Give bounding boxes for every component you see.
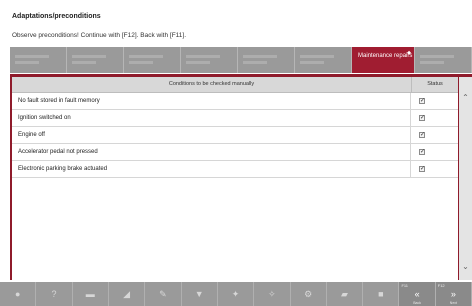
next-button[interactable]: F12 » Next xyxy=(435,282,472,306)
column-header-conditions: Conditions to be checked manually xyxy=(12,77,412,92)
back-arrow-icon: « xyxy=(414,289,420,299)
tab-maintenance-repairs[interactable]: Maintenance repairs ◆ xyxy=(352,47,415,73)
instruction-text: Observe preconditions! Continue with [F1… xyxy=(12,32,187,39)
next-label: Next xyxy=(449,301,457,305)
wrench-icon[interactable]: ✦ xyxy=(218,282,255,306)
back-button[interactable]: F11 « Back xyxy=(399,282,436,306)
car-icon[interactable]: ● xyxy=(0,282,37,306)
gear-icon[interactable]: ⚙ xyxy=(291,282,327,306)
bottom-toolbar: ● ? ▬ ◢ ✎ ▼ ✦ ✧ ⚙ ▰ ■ F11 « Back F12 » N… xyxy=(0,282,472,306)
tool-icon[interactable]: ✧ xyxy=(254,282,291,306)
filter-icon[interactable]: ▼ xyxy=(182,282,218,306)
status-checkbox[interactable]: ✓ xyxy=(419,132,425,138)
tab-bar: Maintenance repairs ◆ xyxy=(10,47,472,73)
condition-text: Engine off xyxy=(12,127,411,143)
table-row[interactable]: No fault stored in fault memory ✓ xyxy=(12,93,458,110)
tab-6[interactable] xyxy=(295,47,352,73)
chat-icon[interactable]: ▰ xyxy=(327,282,364,306)
scroll-up-icon[interactable]: ⌃ xyxy=(461,93,470,103)
tab-8[interactable] xyxy=(415,47,472,73)
conditions-table: Conditions to be checked manually Status… xyxy=(12,77,458,280)
tab-label: Maintenance repairs xyxy=(358,53,413,59)
active-marker-icon: ◆ xyxy=(407,50,411,56)
status-checkbox[interactable]: ✓ xyxy=(419,98,425,104)
tab-5[interactable] xyxy=(238,47,295,73)
condition-text: Ignition switched on xyxy=(12,110,411,126)
status-checkbox[interactable]: ✓ xyxy=(419,166,425,172)
list-icon[interactable]: ▬ xyxy=(73,282,109,306)
scroll-down-icon[interactable]: ⌄ xyxy=(461,262,470,272)
table-row[interactable]: Electronic parking brake actuated ✓ xyxy=(12,161,458,178)
chart-icon[interactable]: ◢ xyxy=(109,282,146,306)
condition-text: No fault stored in fault memory xyxy=(12,93,411,109)
table-row[interactable]: Accelerator pedal not pressed ✓ xyxy=(12,144,458,161)
table-row[interactable]: Engine off ✓ xyxy=(12,127,458,144)
page-title: Adaptations/preconditions xyxy=(12,13,101,20)
status-checkbox[interactable]: ✓ xyxy=(419,115,425,121)
condition-text: Electronic parking brake actuated xyxy=(12,161,411,177)
table-header: Conditions to be checked manually Status xyxy=(12,77,458,93)
vertical-scrollbar[interactable]: ⌃ ⌄ xyxy=(459,77,472,280)
column-header-status: Status xyxy=(427,81,443,87)
back-key-label: F11 xyxy=(401,283,409,288)
next-key-label: F12 xyxy=(437,283,445,288)
back-label: Back xyxy=(413,301,421,305)
tab-3[interactable] xyxy=(124,47,181,73)
tab-4[interactable] xyxy=(181,47,238,73)
pencil-icon[interactable]: ✎ xyxy=(145,282,182,306)
tab-1[interactable] xyxy=(10,47,67,73)
table-row[interactable]: Ignition switched on ✓ xyxy=(12,110,458,127)
help-icon[interactable]: ? xyxy=(36,282,73,306)
lock-icon[interactable]: ■ xyxy=(363,282,400,306)
condition-text: Accelerator pedal not pressed xyxy=(12,144,411,160)
status-checkbox[interactable]: ✓ xyxy=(419,149,425,155)
next-arrow-icon: » xyxy=(450,289,456,299)
tab-2[interactable] xyxy=(67,47,124,73)
